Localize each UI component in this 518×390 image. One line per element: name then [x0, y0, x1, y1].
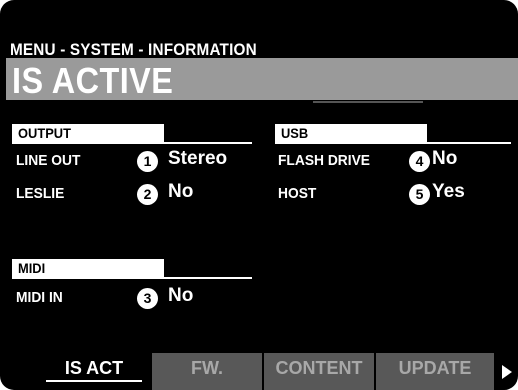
marker-2-icon: 2: [137, 184, 158, 205]
tab-content[interactable]: CONTENT: [264, 353, 374, 390]
usb-section-line: [427, 142, 511, 144]
page-title: IS ACTIVE: [12, 60, 174, 101]
output-section-line: [164, 142, 252, 144]
display-screen: MENU - SYSTEM - INFORMATION IS ACTIVE OU…: [0, 0, 518, 390]
midi-in-value[interactable]: No: [168, 285, 193, 307]
marker-1-icon: 1: [137, 151, 158, 172]
host-label: HOST: [278, 185, 317, 202]
line-out-label: LINE OUT: [16, 152, 81, 169]
leslie-value[interactable]: No: [168, 181, 193, 203]
title-divider: [313, 101, 423, 103]
flash-drive-label: FLASH DRIVE: [278, 152, 371, 169]
page-title-bar: IS ACTIVE: [6, 58, 518, 101]
marker-4-icon: 4: [409, 151, 430, 172]
midi-section-header: MIDI: [12, 259, 164, 279]
output-section-label: OUTPUT: [18, 125, 71, 141]
triangle-right-icon[interactable]: [502, 365, 512, 379]
line-out-value[interactable]: Stereo: [168, 148, 227, 170]
tab-is-act[interactable]: IS ACT: [38, 353, 150, 390]
output-section-header: OUTPUT: [12, 124, 164, 144]
tab-update-label: UPDATE: [398, 358, 472, 378]
midi-section-label: MIDI: [18, 260, 46, 276]
midi-in-label: MIDI IN: [16, 289, 63, 306]
marker-5-icon: 5: [409, 184, 430, 205]
usb-section-header: USB: [275, 124, 427, 144]
marker-3-icon: 3: [137, 288, 158, 309]
menu-breadcrumb: MENU - SYSTEM - INFORMATION: [10, 40, 257, 59]
midi-section-line: [164, 277, 252, 279]
tab-fw[interactable]: FW.: [152, 353, 262, 390]
tab-update[interactable]: UPDATE: [376, 353, 494, 390]
host-value[interactable]: Yes: [432, 181, 465, 203]
tab-fw-label: FW.: [191, 358, 223, 378]
flash-drive-value[interactable]: No: [432, 148, 457, 170]
usb-section-label: USB: [281, 125, 309, 141]
leslie-label: LESLIE: [16, 185, 65, 202]
tab-content-label: CONTENT: [275, 358, 363, 378]
active-tab-underline: [46, 380, 142, 382]
tab-is-act-label: IS ACT: [64, 358, 124, 378]
page-tabs: IS ACT FW. CONTENT UPDATE: [0, 353, 518, 390]
